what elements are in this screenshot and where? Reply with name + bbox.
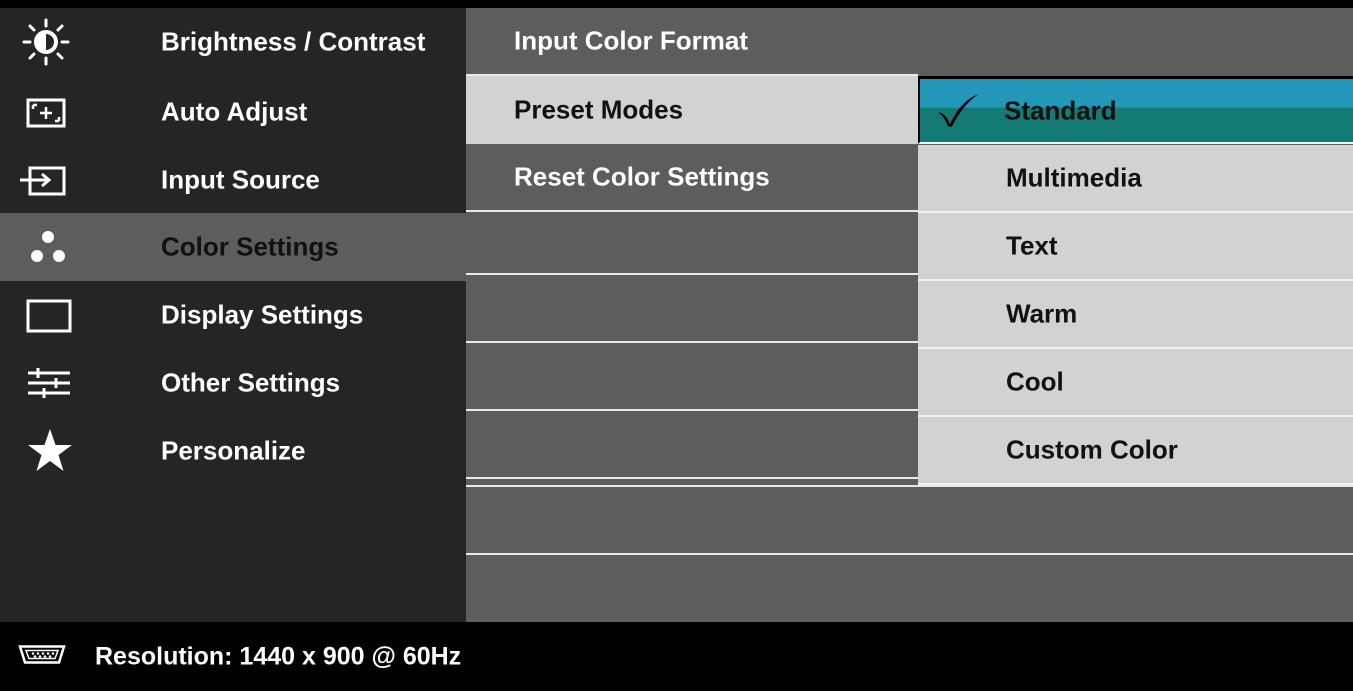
menu-item-brightness-contrast[interactable]: Brightness / Contrast (0, 8, 466, 76)
main-menu: Brightness / Contrast Auto Adjust Input … (0, 8, 466, 622)
menu-item-label: Auto Adjust (161, 96, 308, 127)
brightness-icon (18, 18, 82, 66)
color-settings-submenu: Input Color Format Preset Modes Reset Co… (466, 8, 918, 622)
option-label: Cool (1006, 366, 1064, 397)
row-divider (466, 273, 918, 275)
submenu-item-label: Reset Color Settings (514, 161, 770, 192)
option-label: Multimedia (1006, 162, 1142, 193)
option-label: Standard (1004, 95, 1117, 125)
menu-item-label: Input Source (161, 164, 320, 195)
other-settings-icon (18, 359, 82, 407)
option-label: Warm (1006, 298, 1078, 329)
star-icon (18, 427, 82, 475)
menu-item-display-settings[interactable]: Display Settings (0, 281, 466, 349)
submenu-item-preset-modes[interactable]: Preset Modes (466, 76, 918, 144)
menu-item-other-settings[interactable]: Other Settings (0, 349, 466, 417)
option-multimedia[interactable]: Multimedia (918, 145, 1353, 213)
menu-item-label: Personalize (161, 435, 306, 466)
option-custom-color[interactable]: Custom Color (918, 417, 1353, 485)
option-text[interactable]: Text (918, 213, 1353, 281)
row-divider (466, 477, 918, 479)
top-border (0, 0, 1353, 8)
menu-item-label: Other Settings (161, 367, 341, 398)
menu-item-color-settings[interactable]: Color Settings (0, 213, 466, 281)
menu-item-label: Brightness / Contrast (161, 26, 426, 57)
option-cool[interactable]: Cool (918, 349, 1353, 417)
submenu-item-label: Preset Modes (514, 94, 684, 125)
display-settings-icon (18, 291, 82, 339)
submenu-item-input-color-format[interactable]: Input Color Format (466, 8, 918, 76)
auto-adjust-icon (18, 88, 82, 136)
preset-modes-options: Standard Multimedia Text Warm Cool Custo… (918, 8, 1353, 622)
vga-connector-icon (16, 642, 68, 671)
input-source-icon (18, 156, 82, 204)
row-divider (466, 409, 918, 411)
menu-item-auto-adjust[interactable]: Auto Adjust (0, 78, 466, 146)
resolution-status: Resolution: 1440 x 900 @ 60Hz (95, 642, 462, 670)
checkmark-icon (936, 92, 980, 133)
option-warm[interactable]: Warm (918, 281, 1353, 349)
color-settings-icon (18, 223, 82, 271)
option-standard[interactable]: Standard (918, 76, 1353, 144)
status-bar: Resolution: 1440 x 900 @ 60Hz (0, 622, 1353, 691)
row-divider (466, 485, 1353, 487)
menu-item-personalize[interactable]: Personalize (0, 417, 466, 485)
row-divider (466, 553, 1353, 555)
submenu-item-label: Input Color Format (514, 25, 748, 56)
menu-item-label: Color Settings (161, 231, 339, 262)
menu-item-label: Display Settings (161, 299, 364, 330)
submenu-item-reset-color-settings[interactable]: Reset Color Settings (466, 144, 918, 212)
row-divider (466, 341, 918, 343)
menu-item-input-source[interactable]: Input Source (0, 146, 466, 214)
option-label: Text (1006, 230, 1058, 261)
option-label: Custom Color (1006, 434, 1178, 465)
